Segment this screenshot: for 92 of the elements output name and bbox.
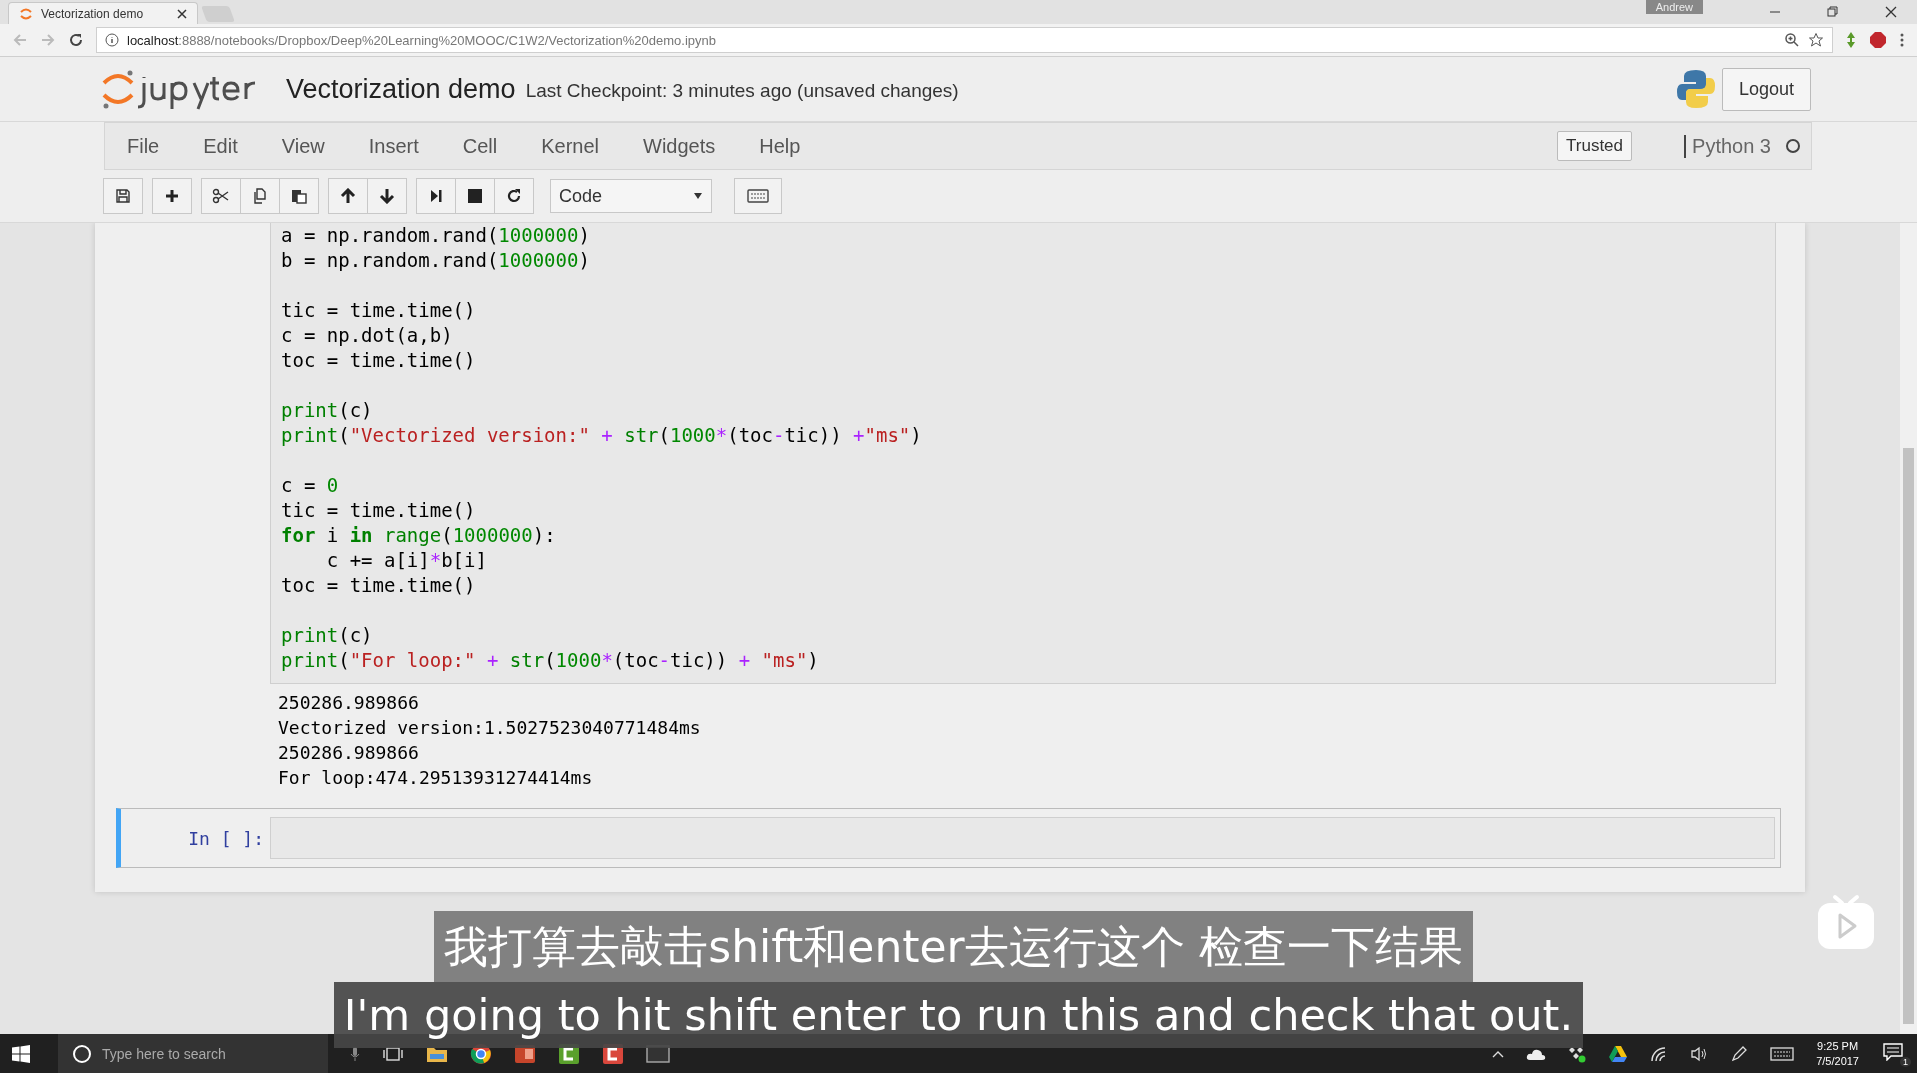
menu-item[interactable]: View — [281, 134, 325, 158]
scrollbar[interactable] — [1900, 223, 1917, 1034]
code-line: print(c) — [281, 398, 374, 423]
menu-item[interactable]: Widgets — [643, 134, 716, 158]
restore-icon[interactable] — [1827, 6, 1839, 18]
code-line: for i in range(1000000): — [281, 523, 557, 548]
code-line: tic = time.time() — [281, 498, 477, 523]
code-line: a = np.random.rand(1000000) — [281, 223, 591, 248]
windows-start-icon[interactable] — [12, 1044, 30, 1063]
user-badge: Andrew — [1645, 0, 1703, 14]
clock-date[interactable]: 7/5/2017 — [1816, 1053, 1859, 1069]
code-input[interactable] — [270, 817, 1775, 859]
trusted-button[interactable]: Trusted — [1557, 131, 1633, 161]
restart-icon — [506, 188, 522, 204]
arrow-up-icon — [340, 188, 356, 204]
keyboard-icon[interactable] — [1770, 1045, 1795, 1062]
zoom-icon[interactable] — [1784, 32, 1800, 48]
drive-icon[interactable] — [1608, 1044, 1629, 1063]
plus-icon — [164, 188, 180, 204]
run-button[interactable] — [416, 178, 456, 214]
stop-icon — [467, 188, 483, 204]
move-up-button[interactable] — [328, 178, 368, 214]
keyboard-icon — [747, 189, 769, 203]
more-icon[interactable] — [1899, 32, 1905, 48]
subtitle-chinese: 我打算去敲击shift和enter去运行这个 检查一下结果 — [434, 911, 1473, 982]
task-view-icon[interactable] — [382, 1045, 404, 1062]
save-button[interactable] — [103, 178, 143, 214]
close-icon[interactable] — [177, 8, 187, 19]
output-line: For loop:474.29513931274414ms — [278, 766, 594, 790]
cell-prompt: In [ ]: — [188, 827, 264, 849]
taskbar-search-field[interactable]: Type here to search — [58, 1034, 328, 1073]
code-input[interactable] — [270, 223, 1776, 684]
paste-icon — [291, 188, 307, 204]
code-line: c = np.dot(a,b) — [281, 323, 454, 348]
code-line: print("For loop:" + str(1000*(toc-tic)) + "ms") — [281, 648, 820, 673]
move-down-button[interactable] — [367, 178, 407, 214]
volume-icon[interactable] — [1690, 1045, 1709, 1062]
pen-icon[interactable] — [1730, 1044, 1749, 1063]
code-line: toc = time.time() — [281, 573, 477, 598]
menu-item[interactable]: Help — [759, 134, 801, 158]
menu-item[interactable]: Cell — [462, 134, 498, 158]
cell-type-dropdown[interactable]: Code — [550, 179, 712, 213]
microphone-icon[interactable] — [350, 1045, 360, 1062]
code-line: print(c) — [281, 623, 374, 648]
code-line: b = np.random.rand(1000000) — [281, 248, 591, 273]
output-line: Vectorized version:1.5027523040771484ms — [278, 716, 701, 740]
tab-title: Vectorization demo — [41, 6, 145, 21]
menu-item[interactable]: Kernel — [541, 134, 599, 158]
clock-time[interactable]: 9:25 PM — [1817, 1038, 1859, 1054]
notification-button[interactable]: 1 — [1881, 1040, 1911, 1067]
cut-button[interactable] — [201, 178, 241, 214]
address-bar[interactable]: localhost:8888/notebooks/Dropbox/Deep%20Learning%20MOOC/C1W2/Vectorization%20demo.ipynb — [96, 27, 1833, 53]
save-icon — [115, 188, 131, 204]
url-text: localhost:8888/notebooks/Dropbox/Deep%20Learning%20MOOC/C1W2/Vectorization%20demo.ipynb — [127, 32, 716, 48]
keyboard-shortcuts-button[interactable] — [734, 178, 782, 214]
checkpoint-status: Last Checkpoint: 3 minutes ago (unsaved changes) — [525, 80, 959, 102]
extension-icon[interactable] — [1845, 31, 1857, 49]
kernel-idle-icon — [1785, 138, 1801, 154]
code-line: c = 0 — [281, 473, 340, 498]
kernel-name[interactable]: Python 3 — [1684, 134, 1771, 158]
star-icon[interactable] — [1808, 32, 1824, 48]
logout-button[interactable]: Logout — [1721, 67, 1811, 111]
scissors-icon — [212, 188, 230, 204]
copy-icon — [252, 188, 268, 204]
code-line: toc = time.time() — [281, 348, 477, 373]
paste-button[interactable] — [279, 178, 319, 214]
menu-item[interactable]: Edit — [203, 134, 238, 158]
python-logo-icon — [1675, 68, 1716, 110]
info-icon — [105, 33, 119, 47]
insert-cell-button[interactable] — [152, 178, 192, 214]
notebook-title[interactable]: Vectorization demo — [286, 73, 516, 105]
cortana-icon — [72, 1043, 92, 1064]
jupyter-logo-icon — [19, 6, 33, 21]
code-line: tic = time.time() — [281, 298, 477, 323]
notebook-cell[interactable]: In [ ]: — [116, 808, 1781, 868]
reload-icon[interactable] — [68, 32, 84, 48]
adblock-icon[interactable] — [1869, 31, 1887, 49]
code-line: print("Vectorized version:" + str(1000*(toc-tic)) +"ms") — [281, 423, 923, 448]
stop-button[interactable] — [455, 178, 495, 214]
copy-button[interactable] — [240, 178, 280, 214]
restart-button[interactable] — [494, 178, 534, 214]
menu-item[interactable]: Insert — [368, 134, 419, 158]
close-icon[interactable] — [1885, 6, 1897, 18]
output-line: 250286.989866 — [278, 691, 420, 715]
step-forward-icon — [429, 188, 443, 204]
code-line: c += a[i]*b[i] — [325, 548, 488, 573]
subtitle-english: I'm going to hit shift enter to run this and check that out. — [333, 982, 1584, 1048]
browser-tab[interactable]: Vectorization demo — [8, 2, 198, 24]
arrow-down-icon — [379, 188, 395, 204]
output-line: 250286.989866 — [278, 741, 420, 765]
menu-item[interactable]: File — [127, 134, 160, 158]
caret-icon — [693, 192, 703, 200]
